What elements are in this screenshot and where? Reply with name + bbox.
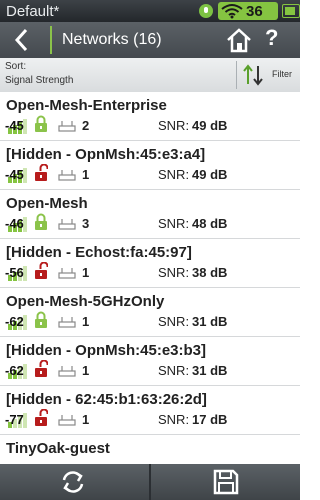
bssid-count: 3 <box>82 216 90 231</box>
snr-value: 31 dB <box>192 314 228 329</box>
access-point-icon <box>58 219 76 230</box>
network-row[interactable]: TinyOak-guest <box>0 435 300 464</box>
snr-value: 31 dB <box>192 363 228 378</box>
snr-label: SNR: <box>158 216 190 231</box>
network-row[interactable]: Open-Mesh -46 3 SNR: 48 dB <box>0 190 300 239</box>
rssi-indicator: -77 <box>5 410 27 428</box>
rssi-value: -46 <box>5 216 24 231</box>
refresh-icon[interactable] <box>58 468 88 496</box>
network-row[interactable]: Open-Mesh-Enterprise -45 2 SNR: 49 dB <box>0 92 300 141</box>
home-icon[interactable] <box>225 26 253 54</box>
lock-open-icon <box>35 360 48 377</box>
snr-value: 49 dB <box>192 167 228 182</box>
lock-closed-icon <box>35 311 47 328</box>
wifi-signal-indicator: 36 <box>218 2 278 20</box>
access-point-icon <box>58 268 76 279</box>
rssi-indicator: -56 <box>5 263 27 281</box>
battery-icon <box>282 4 300 18</box>
lock-open-icon <box>35 409 48 426</box>
snr-label: SNR: <box>158 412 190 427</box>
sort-arrows-icon[interactable] <box>241 64 265 86</box>
bssid-count: 2 <box>82 118 90 133</box>
rssi-value: -62 <box>5 314 24 329</box>
sort-bar: Sort: Signal Strength Filter <box>0 58 300 93</box>
network-ssid: Open-Mesh-5GHzOnly <box>6 293 165 310</box>
rssi-value: -56 <box>5 265 24 280</box>
filter-button[interactable]: Filter <box>272 69 292 79</box>
page-title: Networks (16) <box>62 31 162 48</box>
rssi-indicator: -45 <box>5 116 27 134</box>
bssid-count: 1 <box>82 265 90 280</box>
header-bar: Networks (16) ? <box>0 22 300 58</box>
lock-open-icon <box>35 262 48 279</box>
network-ssid: [Hidden - OpnMsh:45:e3:b3] <box>6 342 207 359</box>
sort-divider <box>236 61 237 89</box>
network-list: Open-Mesh-Enterprise -45 2 SNR: 49 dB [Hidden… <box>0 92 300 464</box>
lock-closed-icon <box>35 213 47 230</box>
bssid-count: 1 <box>82 314 90 329</box>
rssi-value: -45 <box>5 167 24 182</box>
network-ssid: Open-Mesh <box>6 195 88 212</box>
access-point-icon <box>58 415 76 426</box>
rssi-indicator: -62 <box>5 361 27 379</box>
wifi-icon <box>221 4 243 19</box>
signal-value: 36 <box>246 3 263 20</box>
lock-closed-icon <box>35 115 47 132</box>
bottom-toolbar <box>0 464 300 500</box>
sort-label: Sort: <box>5 61 27 72</box>
snr-label: SNR: <box>158 265 190 280</box>
network-row[interactable]: [Hidden - 62:45:b1:63:26:2d] -77 1 SNR: 17 d… <box>0 386 300 435</box>
snr-value: 48 dB <box>192 216 228 231</box>
network-ssid: [Hidden - 62:45:b1:63:26:2d] <box>6 391 207 408</box>
sort-value[interactable]: Signal Strength <box>5 75 73 86</box>
rssi-indicator: -62 <box>5 312 27 330</box>
snr-label: SNR: <box>158 363 190 378</box>
network-ssid: [Hidden - Echost:fa:45:97] <box>6 244 192 261</box>
rssi-value: -62 <box>5 363 24 378</box>
bssid-count: 1 <box>82 412 90 427</box>
network-row[interactable]: [Hidden - Echost:fa:45:97] -56 1 SNR: 38 dB <box>0 239 300 288</box>
snr-value: 49 dB <box>192 118 228 133</box>
access-point-icon <box>58 170 76 181</box>
app-window: Default* 36 Networks (16) ? Sort: Signal… <box>0 0 300 500</box>
lock-open-icon <box>35 164 48 181</box>
snr-label: SNR: <box>158 118 190 133</box>
rssi-indicator: -46 <box>5 214 27 232</box>
network-row[interactable]: Open-Mesh-5GHzOnly -62 1 SNR: 31 dB <box>0 288 300 337</box>
help-button[interactable]: ? <box>265 25 285 51</box>
status-bar: Default* 36 <box>0 0 300 22</box>
network-row[interactable]: [Hidden - OpnMsh:45:e3:a4] -45 1 SNR: 49 dB <box>0 141 300 190</box>
snr-value: 38 dB <box>192 265 228 280</box>
snr-value: 17 dB <box>192 412 228 427</box>
network-ssid: [Hidden - OpnMsh:45:e3:a4] <box>6 146 206 163</box>
network-ssid: Open-Mesh-Enterprise <box>6 97 167 114</box>
snr-label: SNR: <box>158 314 190 329</box>
rssi-value: -45 <box>5 118 24 133</box>
profile-title: Default* <box>6 3 60 20</box>
network-ssid: TinyOak-guest <box>6 440 110 457</box>
rssi-value: -77 <box>5 412 24 427</box>
microphone-icon <box>199 4 213 18</box>
bssid-count: 1 <box>82 167 90 182</box>
chevron-left-icon[interactable] <box>8 25 38 55</box>
access-point-icon <box>58 317 76 328</box>
access-point-icon <box>58 366 76 377</box>
snr-label: SNR: <box>158 167 190 182</box>
floppy-disk-icon[interactable] <box>212 468 240 496</box>
access-point-icon <box>58 121 76 132</box>
bssid-count: 1 <box>82 363 90 378</box>
network-row[interactable]: [Hidden - OpnMsh:45:e3:b3] -62 1 SNR: 31 dB <box>0 337 300 386</box>
toolbar-divider <box>149 464 151 500</box>
header-divider <box>50 26 52 54</box>
rssi-indicator: -45 <box>5 165 27 183</box>
